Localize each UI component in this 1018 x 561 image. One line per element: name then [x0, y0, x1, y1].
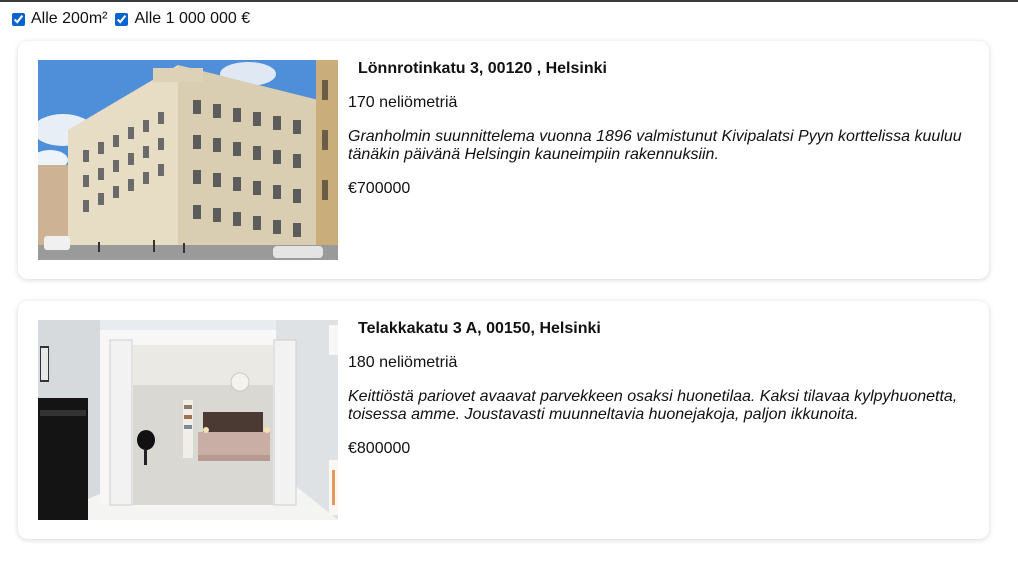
listing-address: Lönnrotinkatu 3, 00120 , Helsinki [358, 60, 607, 77]
listing-card: Telakkakatu 3 A, 00150, Helsinki 180 nel… [18, 301, 989, 539]
filter-under-200m2-checkbox[interactable] [12, 12, 25, 26]
listing-card: Lönnrotinkatu 3, 00120 , Helsinki 170 ne… [18, 41, 989, 279]
filter-under-200m2[interactable]: Alle 200m² [12, 10, 107, 28]
listing-size: 180 neliömetriä [348, 354, 458, 371]
listing-photo [38, 60, 338, 260]
filter-under-1000000[interactable]: Alle 1 000 000 € [115, 10, 250, 28]
listing-description: Keittiöstä pariovet avaavat parvekkeen o… [348, 388, 958, 423]
top-border [0, 0, 1018, 2]
listing-address: Telakkakatu 3 A, 00150, Helsinki [358, 320, 601, 337]
listing-info: Lönnrotinkatu 3, 00120 , Helsinki 170 ne… [348, 60, 978, 198]
listing-size: 170 neliömetriä [348, 94, 458, 111]
filter-under-1000000-checkbox[interactable] [115, 12, 129, 26]
filter-under-1000000-label: Alle 1 000 000 € [134, 10, 251, 27]
listing-photo [38, 320, 338, 520]
apartment-interior-image [38, 320, 338, 520]
listing-description: Granholmin suunnittelema vuonna 1896 val… [348, 128, 962, 163]
filter-bar: Alle 200m² Alle 1 000 000 € [12, 10, 258, 28]
listing-price: €700000 [348, 180, 411, 197]
building-exterior-image [38, 60, 338, 260]
listing-info: Telakkakatu 3 A, 00150, Helsinki 180 nel… [348, 320, 978, 458]
listing-price: €800000 [348, 440, 411, 457]
filter-under-200m2-label: Alle 200m² [31, 10, 108, 27]
